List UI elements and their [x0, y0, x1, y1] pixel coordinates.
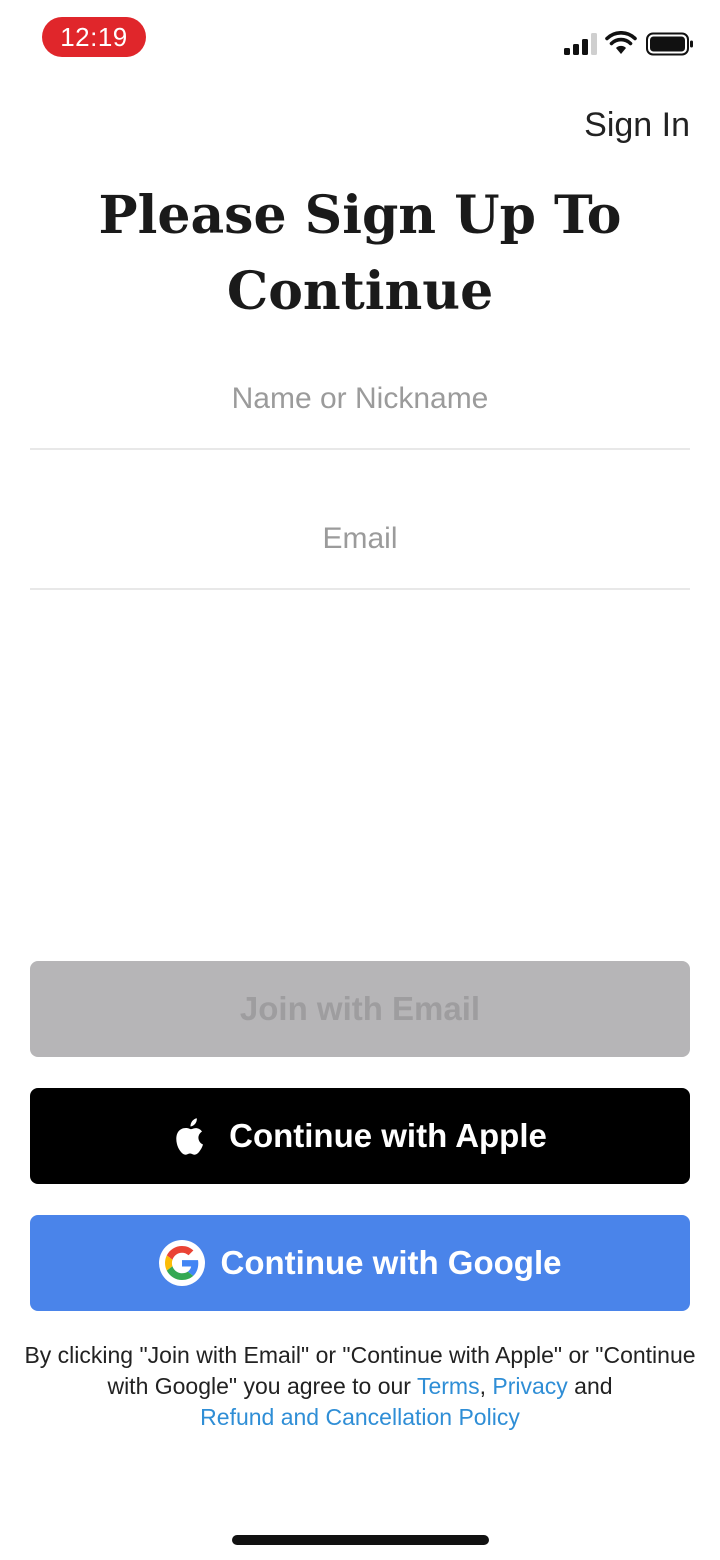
join-with-email-button[interactable]: Join with Email	[30, 961, 690, 1057]
name-input[interactable]	[30, 350, 690, 448]
wifi-icon	[605, 31, 637, 54]
continue-with-google-button[interactable]: Continue with Google	[30, 1215, 690, 1311]
legal-and: and	[567, 1373, 613, 1399]
page-title-line-1: Please Sign Up To	[98, 185, 622, 246]
home-indicator[interactable]	[232, 1535, 489, 1545]
email-field-container	[30, 490, 690, 590]
google-icon	[158, 1240, 205, 1286]
continue-with-apple-button[interactable]: Continue with Apple	[30, 1088, 690, 1184]
join-with-email-label: Join with Email	[239, 990, 481, 1027]
terms-link[interactable]: Terms	[417, 1373, 480, 1399]
name-field-container	[30, 350, 690, 450]
sign-in-link[interactable]: Sign In	[584, 106, 690, 145]
apple-icon	[176, 1118, 204, 1155]
status-bar: 12:19	[0, 0, 720, 80]
continue-with-apple-label: Continue with Apple	[229, 1117, 547, 1154]
page-title-line-2: Continue	[226, 261, 494, 322]
refund-policy-link[interactable]: Refund and Cancellation Policy	[200, 1404, 520, 1430]
privacy-link[interactable]: Privacy	[492, 1373, 567, 1399]
battery-icon	[646, 32, 693, 56]
legal-notice: By clicking "Join with Email" or "Contin…	[20, 1340, 700, 1433]
status-time: 12:19	[42, 17, 146, 57]
signal-icon	[564, 33, 597, 55]
page-title: Please Sign Up To Continue	[60, 178, 660, 330]
legal-separator: ,	[479, 1373, 493, 1399]
email-input[interactable]	[30, 490, 690, 588]
continue-with-google-label: Continue with Google	[220, 1244, 562, 1281]
